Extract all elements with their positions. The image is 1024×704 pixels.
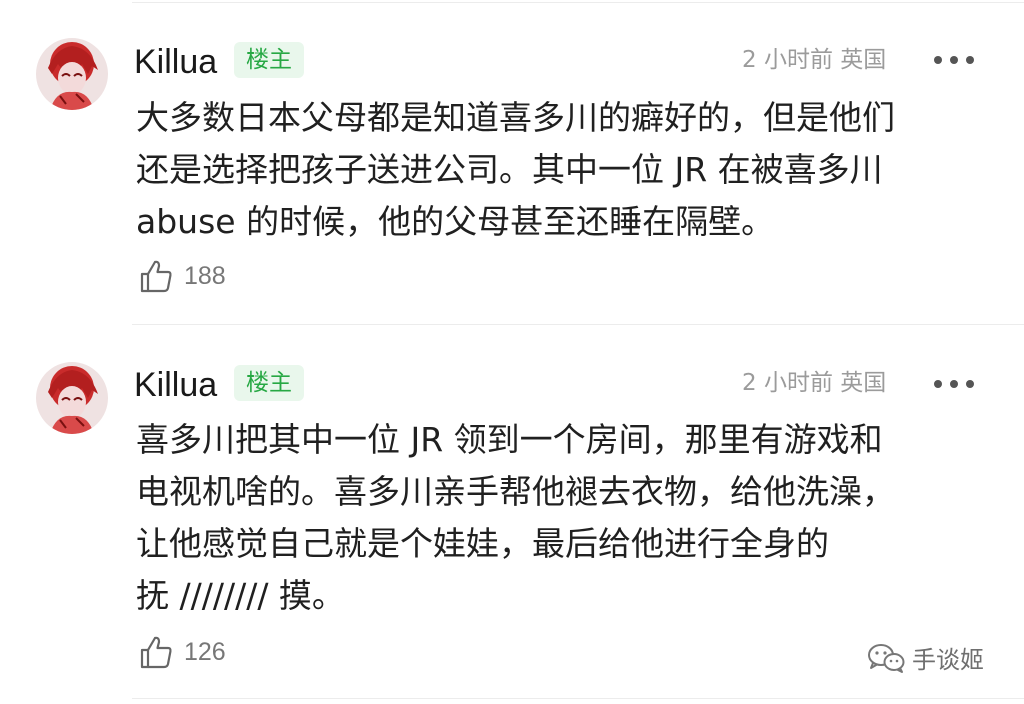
avatar[interactable] [36,362,108,434]
more-dots-icon[interactable] [934,377,974,391]
username[interactable]: Killua [134,42,217,82]
like-button[interactable]: 126 [138,634,226,670]
comment-meta: 2 小时前 英国 [742,47,887,73]
watermark-text: 手谈姬 [912,646,984,674]
thumbs-up-icon [140,636,172,669]
bottom-divider [132,698,1024,699]
avatar[interactable] [36,38,108,110]
top-divider [132,2,1024,3]
author-badge: 楼主 [234,42,304,78]
like-count: 188 [184,261,226,290]
wechat-icon [868,643,905,673]
watermark: 手谈姬 [866,640,984,675]
thumbs-up-icon [140,260,172,293]
comment-divider [132,324,1024,325]
username[interactable]: Killua [134,365,217,405]
like-count: 126 [184,637,226,666]
comment-meta: 2 小时前 英国 [742,370,887,396]
comment-body: 大多数日本父母都是知道喜多川的癖好的，但是他们 还是选择把孩子送进公司。其中一位… [136,98,895,241]
like-button[interactable]: 188 [138,258,226,294]
comment-body: 喜多川把其中一位 JR 领到一个房间，那里有游戏和 电视机啥的。喜多川亲手帮他褪… [136,420,895,615]
author-badge: 楼主 [234,365,304,401]
more-dots-icon[interactable] [934,53,974,67]
